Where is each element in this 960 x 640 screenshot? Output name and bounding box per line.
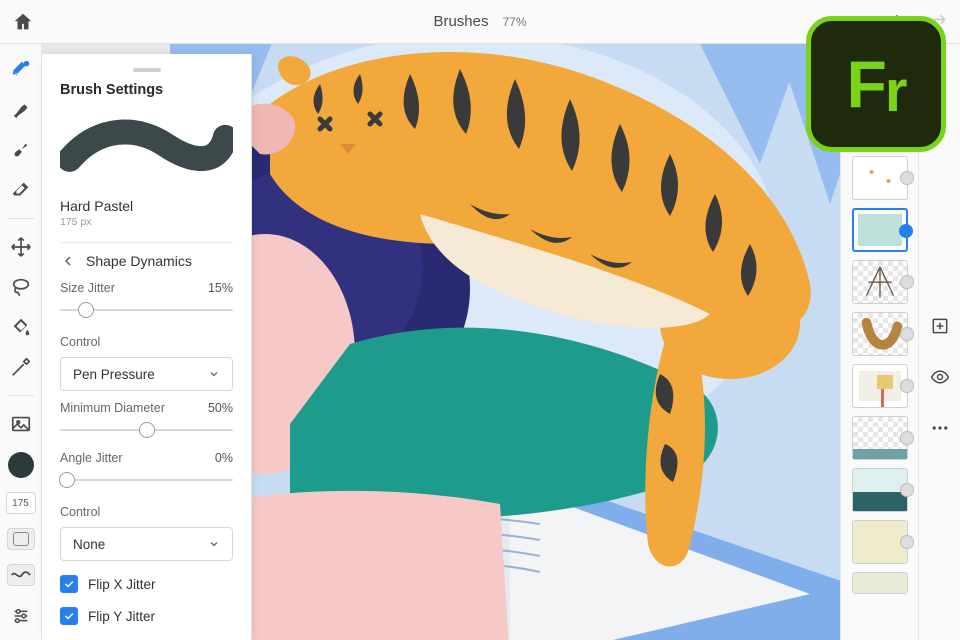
move-tool[interactable] [5,231,37,263]
flip-x-checkbox[interactable]: Flip X Jitter [60,575,233,593]
chevron-down-icon [208,538,220,550]
brush-name: Hard Pastel [60,198,233,214]
section-title: Shape Dynamics [86,253,192,269]
layer-thumb[interactable] [852,520,908,564]
brush-settings-panel: Brush Settings Hard Pastel 175 px Shape … [42,54,252,640]
lasso-tool[interactable] [5,271,37,303]
flip-y-checkbox[interactable]: Flip Y Jitter [60,607,233,625]
eyedropper-tool[interactable] [5,351,37,383]
layer-thumb-selected[interactable] [852,208,908,252]
back-arrow-icon [60,253,76,269]
visibility-icon[interactable] [930,367,950,392]
panel-grabber[interactable] [133,68,161,72]
size-jitter-slider[interactable] [60,299,233,321]
angle-jitter-slider[interactable] [60,469,233,491]
settings-icon[interactable] [5,600,37,632]
artboard[interactable] [170,44,840,640]
checkbox-checked-icon [60,575,78,593]
separator [8,218,34,219]
layer-thumb[interactable] [852,416,908,460]
add-layer-icon[interactable] [930,316,950,341]
control2-label: Control [60,505,100,519]
document-title: Brushes [433,13,488,30]
chevron-down-icon [208,368,220,380]
min-diameter-label: Minimum Diameter [60,401,165,415]
brush-shape-chip[interactable] [7,528,35,550]
size-jitter-value: 15% [208,281,233,295]
brush-size-label: 175 px [60,216,233,228]
tool-rail: 175 [0,44,42,640]
control1-select[interactable]: Pen Pressure [60,357,233,391]
more-icon[interactable] [930,418,950,443]
eraser-tool[interactable] [5,174,37,206]
min-diameter-slider[interactable] [60,419,233,441]
zoom-level[interactable]: 77% [503,15,527,29]
layer-thumb[interactable] [852,312,908,356]
live-brush-tool[interactable] [5,134,37,166]
pixel-brush-tool[interactable] [5,54,37,86]
control1-label: Control [60,335,100,349]
layer-thumb[interactable] [852,260,908,304]
brush-size-chip[interactable]: 175 [6,492,36,514]
place-image-tool[interactable] [5,408,37,440]
control1-value: Pen Pressure [73,367,155,382]
panel-title: Brush Settings [60,82,233,98]
control2-value: None [73,537,105,552]
angle-jitter-label: Angle Jitter [60,451,123,465]
brush-flow-chip[interactable] [7,564,35,586]
app-badge-fresco: Fr [806,16,946,152]
separator [60,242,233,243]
brush-preview [60,110,233,180]
layer-thumb[interactable] [852,468,908,512]
angle-jitter-value: 0% [215,451,233,465]
size-jitter-label: Size Jitter [60,281,115,295]
min-diameter-value: 50% [208,401,233,415]
home-icon[interactable] [12,11,34,33]
section-back[interactable]: Shape Dynamics [60,253,233,269]
control2-select[interactable]: None [60,527,233,561]
layer-thumb[interactable] [852,156,908,200]
layer-thumb[interactable] [852,572,908,594]
vector-brush-tool[interactable] [5,94,37,126]
flip-y-label: Flip Y Jitter [88,609,155,624]
flip-x-label: Flip X Jitter [88,577,156,592]
separator [8,395,34,396]
layer-thumb[interactable] [852,364,908,408]
fill-tool[interactable] [5,311,37,343]
checkbox-checked-icon [60,607,78,625]
color-swatch[interactable] [8,452,34,478]
